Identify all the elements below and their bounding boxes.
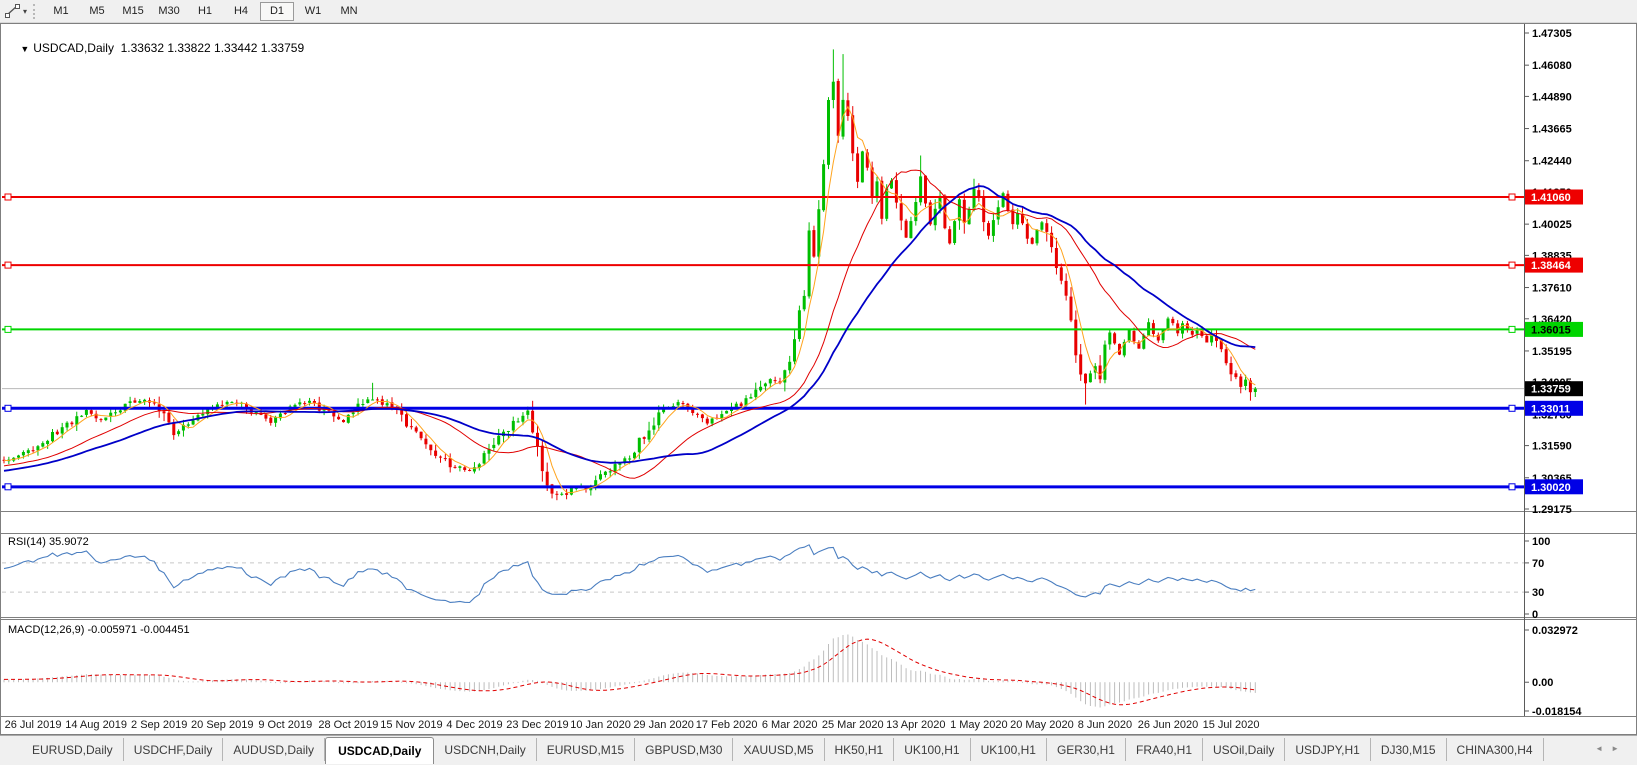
- tab-eurusd-daily[interactable]: EURUSD,Daily: [22, 738, 124, 761]
- tab-usoil-daily[interactable]: USOil,Daily: [1203, 738, 1286, 761]
- tab-audusd-daily[interactable]: AUDUSD,Daily: [223, 738, 326, 761]
- axis-label: 1.37610: [1532, 283, 1572, 295]
- axis-label: 23 Dec 2019: [506, 719, 568, 731]
- timeframe-button-m15[interactable]: M15: [116, 2, 150, 21]
- hline-handle[interactable]: [1508, 325, 1516, 333]
- tab-uk100-h1-2[interactable]: UK100,H1: [971, 738, 1047, 761]
- tab-uk100-h1[interactable]: UK100,H1: [894, 738, 971, 761]
- tab-usdchf-daily[interactable]: USDCHF,Daily: [124, 738, 224, 761]
- chart-canvas[interactable]: 1.473051.460801.448901.436651.424401.412…: [0, 0, 1637, 765]
- timeframe-button-mn[interactable]: MN: [332, 2, 366, 21]
- axis-label: 26 Jun 2020: [1138, 719, 1199, 731]
- crosshair-tool-icon[interactable]: [4, 3, 21, 19]
- hline-handle[interactable]: [4, 325, 12, 333]
- timeframe-button-m1[interactable]: M1: [44, 2, 78, 21]
- axis-label: 28 Oct 2019: [318, 719, 378, 731]
- axis-label: 4 Dec 2019: [446, 719, 502, 731]
- tab-usdcnh-daily[interactable]: USDCNH,Daily: [434, 738, 537, 761]
- axis-label: 15 Jul 2020: [1203, 719, 1260, 731]
- hline-handle[interactable]: [4, 193, 12, 201]
- axis-label: 25 Mar 2020: [822, 719, 884, 731]
- axis-label: 29 Jan 2020: [633, 719, 694, 731]
- axis-label: 100: [1532, 536, 1550, 548]
- hline-handle[interactable]: [1508, 404, 1516, 412]
- timeframe-button-m5[interactable]: M5: [80, 2, 114, 21]
- axis-label: 1.38464: [1531, 260, 1572, 272]
- axis-label: 1.42440: [1532, 156, 1572, 168]
- axis-label: 1.36015: [1531, 324, 1571, 336]
- tab-xauusd-m5[interactable]: XAUUSD,M5: [733, 738, 825, 761]
- axis-label: 13 Apr 2020: [886, 719, 945, 731]
- axis-label: 1.43665: [1532, 124, 1572, 136]
- axis-label: 20 Sep 2019: [191, 719, 253, 731]
- axis-label: 70: [1532, 558, 1544, 570]
- axis-label: 1.35195: [1532, 346, 1572, 358]
- symbol-dropdown-icon[interactable]: ▼: [20, 44, 29, 54]
- axis-label: 10 Jan 2020: [570, 719, 631, 731]
- axis-label: 30: [1532, 587, 1544, 599]
- hline-handle[interactable]: [4, 483, 12, 491]
- axis-label: 1.40025: [1532, 219, 1572, 231]
- axis-label: 8 Jun 2020: [1078, 719, 1132, 731]
- toolbar-grip[interactable]: [33, 3, 38, 19]
- timeframes-toolbar: ▾ M1 M5 M15 M30 H1 H4 D1 W1 MN: [0, 0, 1637, 23]
- axis-label: 0.00: [1532, 677, 1553, 689]
- axis-label: 9 Oct 2019: [258, 719, 312, 731]
- mt4-window: ▾ M1 M5 M15 M30 H1 H4 D1 W1 MN 1.47305 1.46080 1.4…: [0, 0, 1637, 765]
- axis-label: 1.29175: [1532, 504, 1572, 516]
- hline-handle[interactable]: [1508, 261, 1516, 269]
- tab-usdcad-daily[interactable]: USDCAD,Daily: [325, 737, 435, 764]
- chart-tabs: EURUSD,Daily USDCHF,Daily AUDUSD,Daily USDC…: [0, 736, 1544, 764]
- tab-usdjpy-h1[interactable]: USDJPY,H1: [1285, 738, 1371, 761]
- axis-label: 1.47305: [1532, 28, 1572, 40]
- cursor-tool-group: ▾: [0, 3, 31, 19]
- axis-label: 1.30020: [1531, 482, 1571, 494]
- axis-label: 1.41060: [1531, 192, 1571, 204]
- axis-label: 0: [1532, 609, 1538, 621]
- tab-scroll-buttons: ◄►: [1595, 744, 1627, 753]
- axis-label: 6 Mar 2020: [762, 719, 818, 731]
- timeframe-button-h4[interactable]: H4: [224, 2, 258, 21]
- axis-label: 1.46080: [1532, 60, 1572, 72]
- hline-handle[interactable]: [1508, 483, 1516, 491]
- axis-label: 26 Jul 2019: [5, 719, 62, 731]
- hline-handle[interactable]: [1508, 193, 1516, 201]
- timeframe-button-h1[interactable]: H1: [188, 2, 222, 21]
- tab-eurusd-m15[interactable]: EURUSD,M15: [537, 738, 636, 761]
- tab-ger30-h1[interactable]: GER30,H1: [1047, 738, 1126, 761]
- timeframe-button-m30[interactable]: M30: [152, 2, 186, 21]
- axis-label: 1.31590: [1532, 441, 1572, 453]
- macd-indicator-label: MACD(12,26,9) -0.005971 -0.004451: [8, 624, 190, 636]
- tab-hk50-h1[interactable]: HK50,H1: [825, 738, 895, 761]
- chart-title: ▼ USDCAD,Daily 1.33632 1.33822 1.33442 1.…: [7, 27, 304, 69]
- axis-label: 20 May 2020: [1010, 719, 1074, 731]
- axis-label: 1 May 2020: [950, 719, 1007, 731]
- axis-label: 15 Nov 2019: [380, 719, 442, 731]
- axis-label: 0.032972: [1532, 625, 1578, 637]
- chart-tabbar: EURUSD,Daily USDCHF,Daily AUDUSD,Daily USDC…: [0, 735, 1637, 765]
- tab-scroll-right-icon[interactable]: ►: [1611, 744, 1627, 753]
- rsi-indicator-label: RSI(14) 35.9072: [8, 536, 89, 548]
- tool-dropdown-icon[interactable]: ▾: [23, 7, 27, 16]
- hline-handle[interactable]: [4, 261, 12, 269]
- axis-label: 1.33011: [1531, 403, 1570, 415]
- axis-label: 2 Sep 2019: [131, 719, 187, 731]
- chart-title-text: USDCAD,Daily 1.33632 1.33822 1.33442 1.3…: [33, 41, 305, 55]
- axis-label: -0.018154: [1532, 706, 1582, 718]
- tab-china300-h4[interactable]: CHINA300,H4: [1447, 738, 1544, 761]
- timeframe-button-d1[interactable]: D1: [260, 2, 295, 21]
- timeframe-button-w1[interactable]: W1: [296, 2, 330, 21]
- tab-fra40-h1[interactable]: FRA40,H1: [1126, 738, 1204, 761]
- timeframe-buttons: M1 M5 M15 M30 H1 H4 D1 W1 MN: [43, 1, 367, 21]
- tab-gbpusd-m30[interactable]: GBPUSD,M30: [635, 738, 734, 761]
- hline-handle[interactable]: [4, 404, 12, 412]
- axis-label: 17 Feb 2020: [696, 719, 758, 731]
- tab-scroll-left-icon[interactable]: ◄: [1595, 744, 1611, 753]
- axis-label: 14 Aug 2019: [65, 719, 127, 731]
- axis-label: 1.33759: [1531, 384, 1571, 396]
- axis-label: 1.44890: [1532, 91, 1572, 103]
- tab-dj30-m15[interactable]: DJ30,M15: [1371, 738, 1447, 761]
